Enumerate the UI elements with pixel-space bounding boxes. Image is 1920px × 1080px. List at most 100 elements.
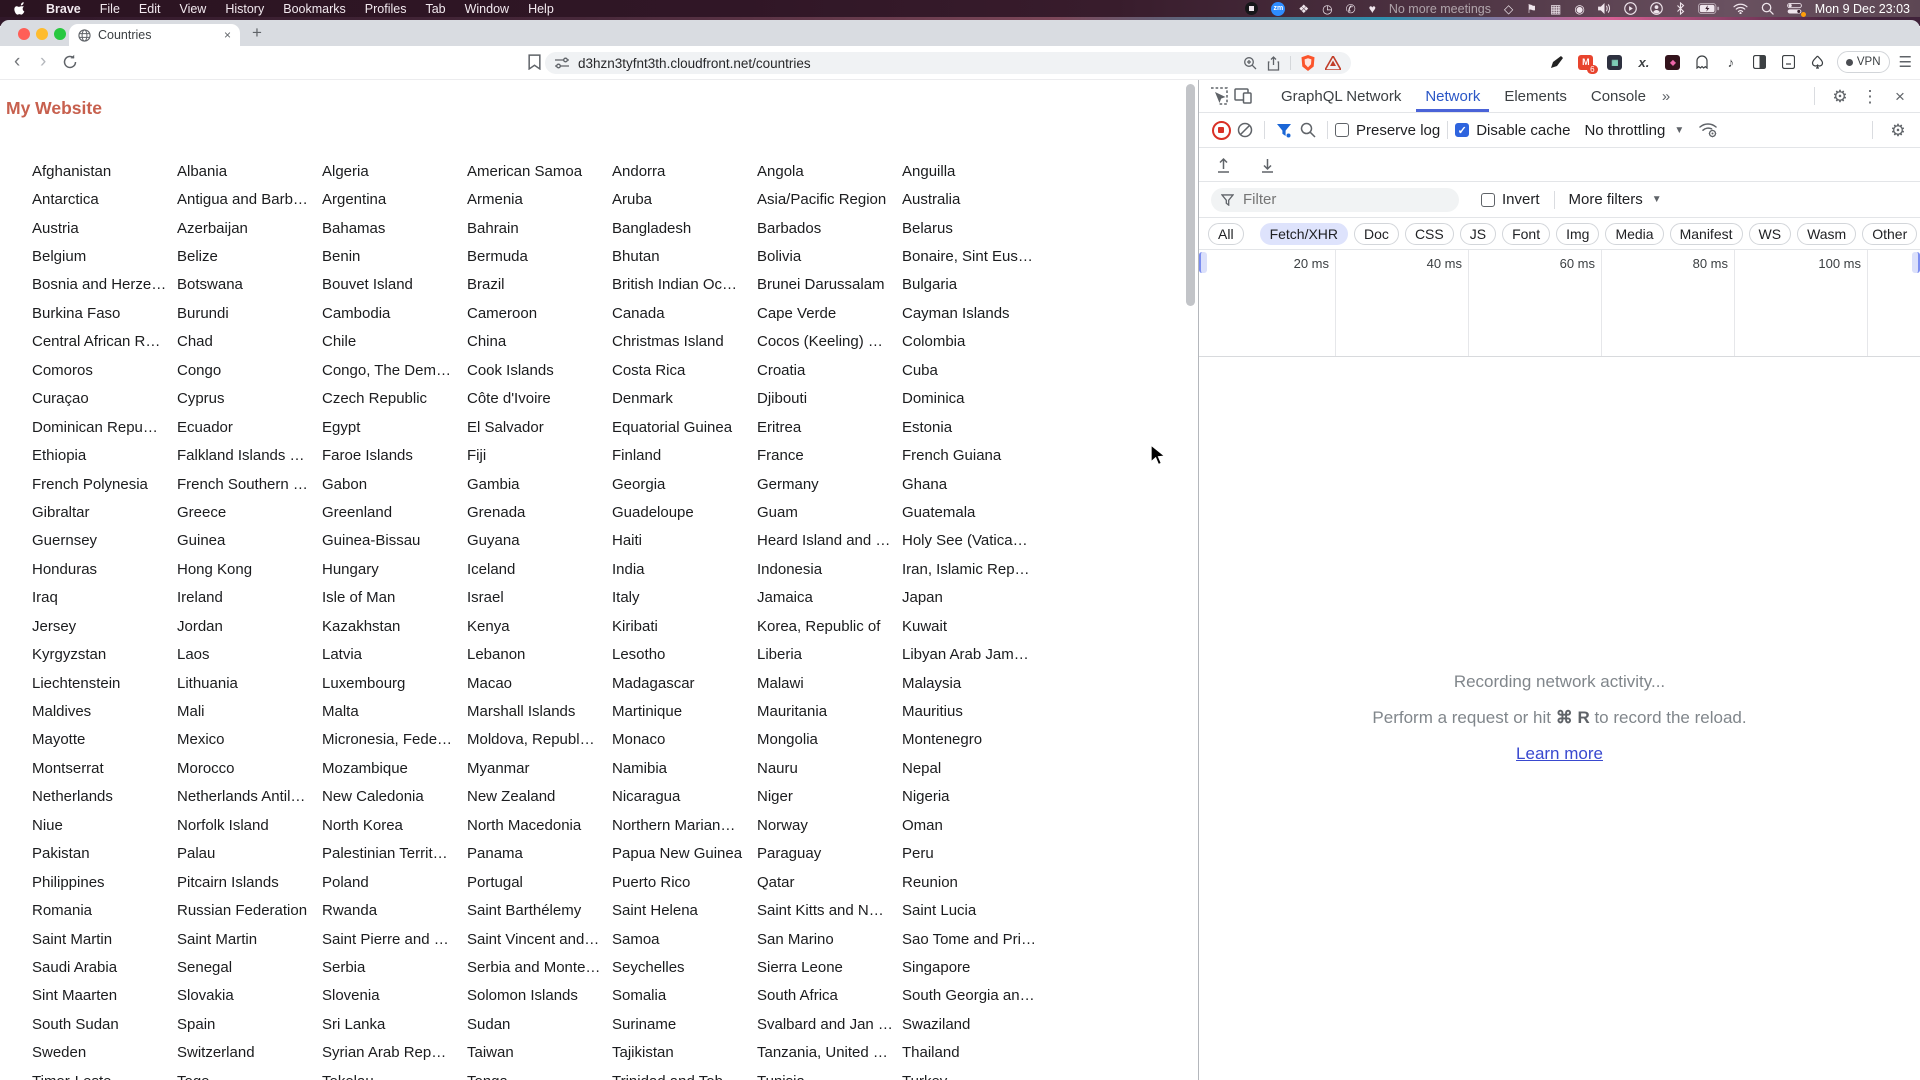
diamond-app-icon[interactable]: ◇ bbox=[1504, 2, 1513, 16]
filter-chip-doc[interactable]: Doc bbox=[1354, 222, 1399, 245]
battery-icon[interactable] bbox=[1697, 2, 1720, 16]
apple-icon[interactable] bbox=[14, 2, 27, 16]
device-toolbar-icon[interactable] bbox=[1231, 84, 1255, 108]
tab-countries[interactable]: Countries × bbox=[69, 24, 240, 46]
preserve-log-label[interactable]: Preserve log bbox=[1356, 122, 1440, 139]
menubar-item-history[interactable]: History bbox=[225, 2, 264, 16]
mail-extension-icon[interactable]: M 6 bbox=[1576, 52, 1598, 74]
filter-chip-wasm[interactable]: Wasm bbox=[1797, 222, 1857, 245]
menubar-item-help[interactable]: Help bbox=[528, 2, 554, 16]
overview-handle-left[interactable] bbox=[1199, 252, 1207, 273]
new-tab-button[interactable]: + bbox=[252, 23, 262, 43]
menubar-app-icon[interactable]: ❖ bbox=[1298, 2, 1309, 16]
throttling-dropdown[interactable]: No throttling ▼ bbox=[1584, 122, 1684, 139]
control-center-icon[interactable] bbox=[1786, 2, 1806, 17]
session-extension-icon[interactable] bbox=[1779, 52, 1799, 72]
url-bar[interactable]: d3hzn3tyfnt3th.cloudfront.net/countries bbox=[545, 52, 1351, 74]
menubar-item-window[interactable]: Window bbox=[465, 2, 509, 16]
url-text[interactable]: d3hzn3tyfnt3th.cloudfront.net/countries bbox=[578, 56, 811, 71]
filter-chip-ws[interactable]: WS bbox=[1748, 222, 1792, 245]
inspect-element-icon[interactable] bbox=[1207, 84, 1231, 108]
tab-close-icon[interactable]: × bbox=[224, 28, 231, 42]
filter-chip-fetchxhr[interactable]: Fetch/XHR bbox=[1259, 222, 1349, 245]
phone-app-icon[interactable]: ✆ bbox=[1346, 2, 1356, 16]
window-close-button[interactable] bbox=[18, 28, 30, 40]
record-network-log-icon[interactable] bbox=[1209, 118, 1233, 142]
devtools-tab-elements[interactable]: Elements bbox=[1495, 80, 1576, 112]
flag-app-icon[interactable]: ⚑ bbox=[1526, 2, 1537, 16]
filter-chip-css[interactable]: CSS bbox=[1404, 222, 1454, 245]
menubar-item-edit[interactable]: Edit bbox=[139, 2, 161, 16]
filter-chip-img[interactable]: Img bbox=[1556, 222, 1600, 245]
vpn-button[interactable]: VPN bbox=[1836, 51, 1890, 73]
user-circle-icon[interactable] bbox=[1649, 2, 1663, 16]
bookmark-sidebar-icon[interactable] bbox=[528, 54, 541, 75]
filter-chip-manifest[interactable]: Manifest bbox=[1669, 222, 1743, 245]
devtools-tab-console[interactable]: Console bbox=[1582, 80, 1655, 112]
more-filters-dropdown[interactable]: More filters ▼ bbox=[1569, 191, 1662, 208]
filter-input[interactable] bbox=[1241, 190, 1430, 209]
window-minimize-button[interactable] bbox=[36, 28, 48, 40]
disable-cache-checkbox[interactable]: ✓ bbox=[1455, 123, 1470, 137]
overview-handle-right[interactable] bbox=[1912, 252, 1920, 273]
menubar-item-view[interactable]: View bbox=[179, 2, 206, 16]
export-har-icon[interactable] bbox=[1255, 153, 1279, 177]
disable-cache-label[interactable]: Disable cache bbox=[1476, 122, 1570, 139]
x-extension-icon[interactable]: x. bbox=[1634, 52, 1654, 72]
menubar-item-tab[interactable]: Tab bbox=[425, 2, 445, 16]
volume-icon[interactable] bbox=[1597, 2, 1611, 16]
wifi-icon[interactable] bbox=[1733, 2, 1748, 16]
meeting-status-text[interactable]: No more meetings bbox=[1389, 2, 1491, 16]
invert-label[interactable]: Invert bbox=[1502, 191, 1540, 208]
brave-rewards-icon[interactable] bbox=[1325, 56, 1341, 70]
spotlight-search-icon[interactable] bbox=[1761, 2, 1774, 16]
menubar-item-brave[interactable]: Brave bbox=[46, 2, 81, 16]
menubar-item-bookmarks[interactable]: Bookmarks bbox=[283, 2, 346, 16]
devtools-tab-network[interactable]: Network bbox=[1416, 80, 1490, 112]
devtools-settings-gear-icon[interactable]: ⚙ bbox=[1828, 84, 1852, 108]
browser-menu-button[interactable]: ☰ bbox=[1899, 53, 1912, 71]
preserve-log-checkbox[interactable] bbox=[1335, 123, 1349, 137]
music-extension-icon[interactable]: ♪ bbox=[1721, 52, 1741, 72]
spade-extension-icon[interactable] bbox=[1808, 52, 1828, 72]
display-grid-icon[interactable]: ▦ bbox=[1550, 2, 1561, 16]
menubar-item-file[interactable]: File bbox=[100, 2, 120, 16]
clock-lock-icon[interactable]: ◷ bbox=[1322, 2, 1332, 16]
filter-input-pill[interactable] bbox=[1211, 187, 1459, 212]
window-zoom-button[interactable] bbox=[54, 28, 66, 40]
brave-shield-icon[interactable] bbox=[1301, 55, 1315, 71]
screen-record-status-icon[interactable] bbox=[1245, 2, 1259, 15]
record-circle-icon[interactable]: ◉ bbox=[1574, 2, 1584, 16]
play-circle-icon[interactable] bbox=[1623, 2, 1637, 16]
zoom-page-icon[interactable] bbox=[1243, 56, 1257, 70]
eyedropper-extension-icon[interactable] bbox=[1547, 52, 1567, 72]
forward-button[interactable]: › bbox=[40, 50, 46, 74]
filter-chip-other[interactable]: Other bbox=[1862, 222, 1918, 245]
invert-checkbox[interactable] bbox=[1481, 192, 1495, 207]
network-settings-gear-icon[interactable]: ⚙ bbox=[1886, 118, 1910, 142]
filter-chip-media[interactable]: Media bbox=[1605, 222, 1664, 245]
heart-icon[interactable]: ♥ bbox=[1369, 2, 1376, 16]
filter-chip-all[interactable]: All bbox=[1208, 222, 1244, 245]
learn-more-link[interactable]: Learn more bbox=[1516, 744, 1603, 763]
back-button[interactable]: ‹ bbox=[14, 50, 20, 74]
menubar-item-profiles[interactable]: Profiles bbox=[365, 2, 407, 16]
grid-extension-icon[interactable]: ▦ bbox=[1605, 52, 1625, 72]
reader-extension-icon[interactable] bbox=[1750, 52, 1770, 72]
devtools-tab-graphql-network[interactable]: GraphQL Network bbox=[1272, 80, 1410, 112]
page-scrollbar[interactable] bbox=[1186, 84, 1195, 306]
filter-funnel-icon[interactable] bbox=[1272, 118, 1296, 142]
filter-chip-js[interactable]: JS bbox=[1459, 222, 1497, 245]
ghost-extension-icon[interactable] bbox=[1692, 52, 1712, 72]
zoom-app-icon[interactable]: zm bbox=[1271, 1, 1286, 16]
bluetooth-icon[interactable] bbox=[1676, 2, 1685, 16]
devtools-close-icon[interactable]: × bbox=[1888, 84, 1912, 108]
clear-network-log-icon[interactable] bbox=[1233, 118, 1257, 142]
reload-button[interactable] bbox=[62, 54, 78, 75]
dark-extension-icon[interactable]: ◆ bbox=[1663, 52, 1683, 72]
more-tabs-icon[interactable]: » bbox=[1662, 88, 1670, 105]
share-icon[interactable] bbox=[1267, 55, 1280, 71]
import-har-icon[interactable] bbox=[1211, 153, 1235, 177]
network-conditions-icon[interactable] bbox=[1696, 118, 1720, 142]
filter-chip-font[interactable]: Font bbox=[1502, 222, 1551, 245]
